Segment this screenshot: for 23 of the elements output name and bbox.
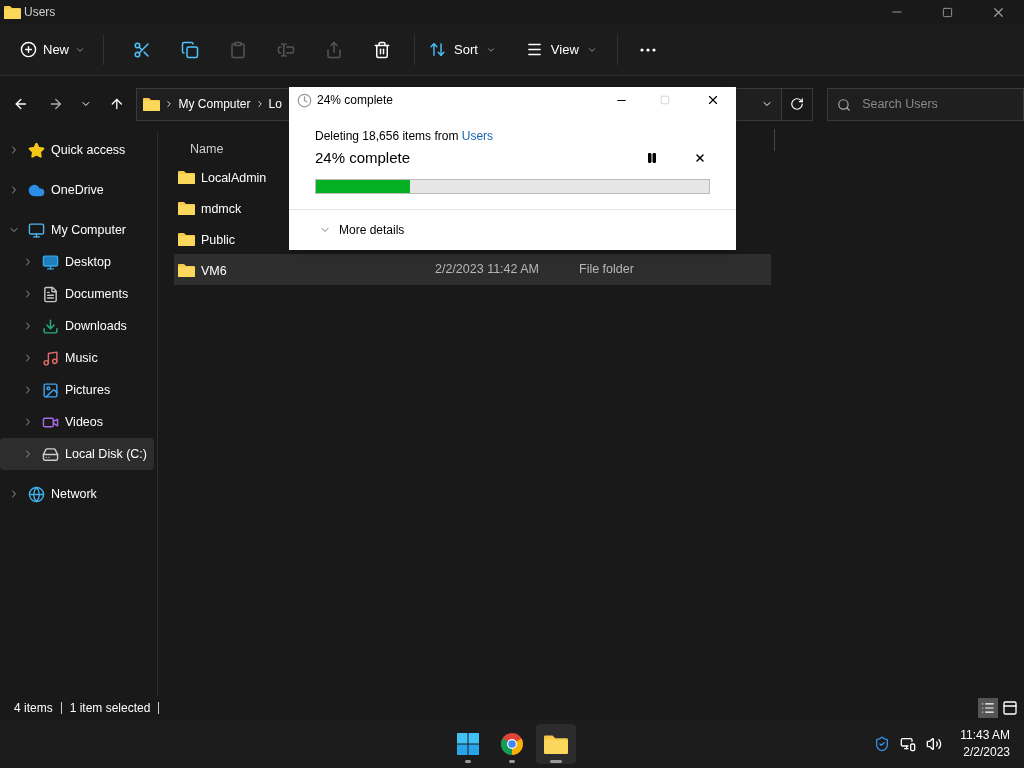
sidebar-label: Desktop	[65, 253, 111, 271]
sidebar-label: Music	[65, 349, 98, 367]
sidebar-label: Documents	[65, 285, 129, 303]
sidebar-label: Downloads	[65, 317, 127, 335]
sidebar-label: Videos	[65, 413, 103, 431]
file-name: VM6	[201, 263, 227, 278]
window-title: Users	[24, 4, 56, 21]
dialog-message: Deleting 18,656 items from Users	[315, 128, 495, 146]
sidebar-label: OneDrive	[51, 181, 104, 199]
file-name: LocalAdmin	[201, 170, 267, 185]
sidebar-label: My Computer	[51, 221, 127, 239]
selection-count: 1 item selected	[69, 700, 151, 717]
sidebar-label: Quick access	[51, 141, 126, 159]
file-name: mdmck	[201, 201, 242, 216]
file-type: File folder	[579, 261, 634, 279]
file-date: 2/2/2023 11:42 AM	[435, 261, 541, 279]
item-count: 4 items	[14, 700, 53, 717]
file-name: Public	[201, 232, 236, 247]
sidebar-label: Pictures	[65, 381, 111, 399]
progress-heading: 24% complete	[315, 148, 411, 169]
dialog-title: 24% complete	[317, 92, 394, 110]
sidebar-label: Network	[51, 485, 97, 503]
sidebar-label: Local Disk (C:)	[65, 445, 147, 463]
